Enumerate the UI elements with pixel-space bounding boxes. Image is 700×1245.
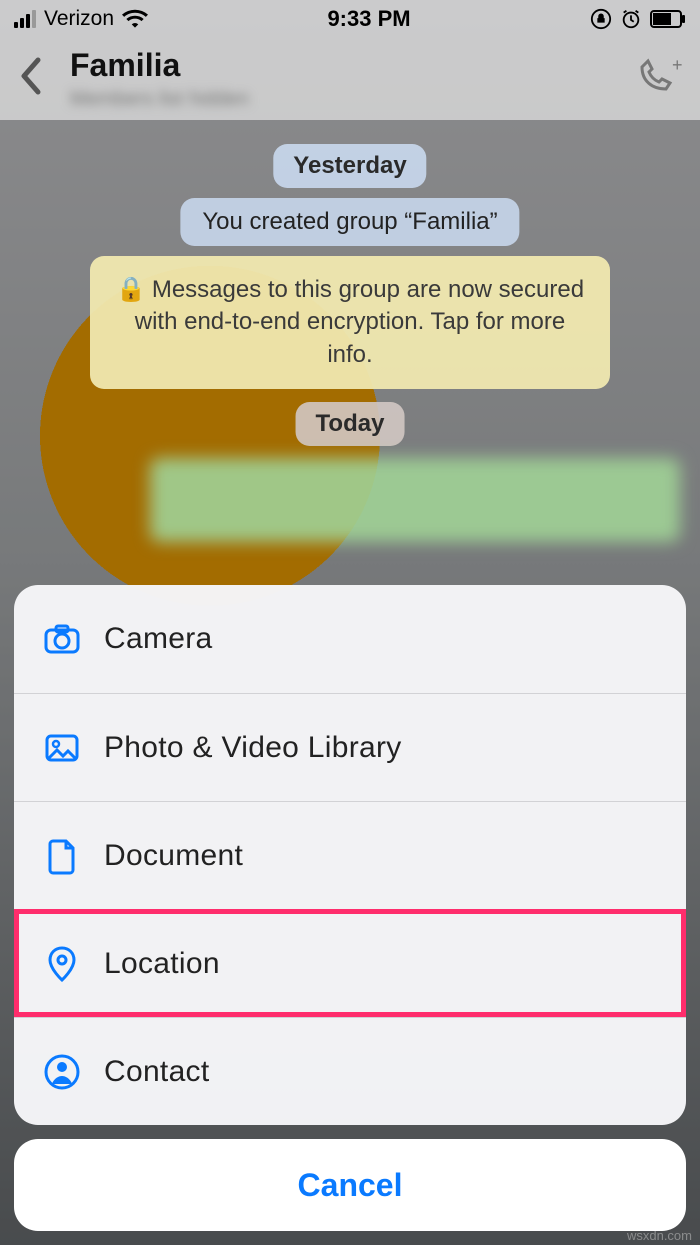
contact-icon xyxy=(42,1052,104,1092)
cancel-button[interactable]: Cancel xyxy=(14,1139,686,1231)
rotation-lock-icon xyxy=(590,8,612,30)
back-button[interactable] xyxy=(18,56,42,103)
sheet-item-location[interactable]: Location xyxy=(14,909,686,1017)
chat-subtitle: Members list hidden xyxy=(70,88,634,111)
lock-icon: 🔒 xyxy=(116,276,146,303)
message-bubble-redacted xyxy=(150,458,680,542)
sheet-item-label: Photo & Video Library xyxy=(104,731,402,765)
carrier-label: Verizon xyxy=(44,7,114,31)
camera-icon xyxy=(42,619,104,659)
signal-bars-icon xyxy=(14,10,36,28)
battery-icon xyxy=(650,10,686,28)
chat-title-area[interactable]: Familia Members list hidden xyxy=(70,47,634,111)
encryption-text: Messages to this group are now secured w… xyxy=(135,276,584,368)
sheet-item-label: Contact xyxy=(104,1055,210,1089)
chat-header: Familia Members list hidden + xyxy=(0,38,700,120)
chat-title: Familia xyxy=(70,47,634,84)
system-message: You created group “Familia” xyxy=(180,198,519,246)
location-icon xyxy=(42,944,104,984)
status-bar: Verizon 9:33 PM xyxy=(0,0,700,38)
attachment-action-sheet: Camera Photo & Video Library Document Lo… xyxy=(14,585,686,1231)
photo-icon xyxy=(42,728,104,768)
sheet-item-label: Location xyxy=(104,947,220,981)
encryption-notice[interactable]: 🔒Messages to this group are now secured … xyxy=(90,256,610,389)
document-icon xyxy=(42,836,104,876)
svg-text:+: + xyxy=(672,57,682,75)
sheet-item-contact[interactable]: Contact xyxy=(14,1017,686,1125)
sheet-item-photo-library[interactable]: Photo & Video Library xyxy=(14,693,686,801)
date-divider-today: Today xyxy=(296,402,405,446)
alarm-icon xyxy=(620,8,642,30)
sheet-item-label: Document xyxy=(104,839,243,873)
cancel-label: Cancel xyxy=(298,1167,403,1204)
call-button[interactable]: + xyxy=(634,57,682,102)
wifi-icon xyxy=(122,9,148,29)
date-divider-yesterday: Yesterday xyxy=(273,144,426,188)
sheet-item-document[interactable]: Document xyxy=(14,801,686,909)
sheet-item-label: Camera xyxy=(104,622,213,656)
clock: 9:33 PM xyxy=(327,6,410,32)
sheet-item-camera[interactable]: Camera xyxy=(14,585,686,693)
